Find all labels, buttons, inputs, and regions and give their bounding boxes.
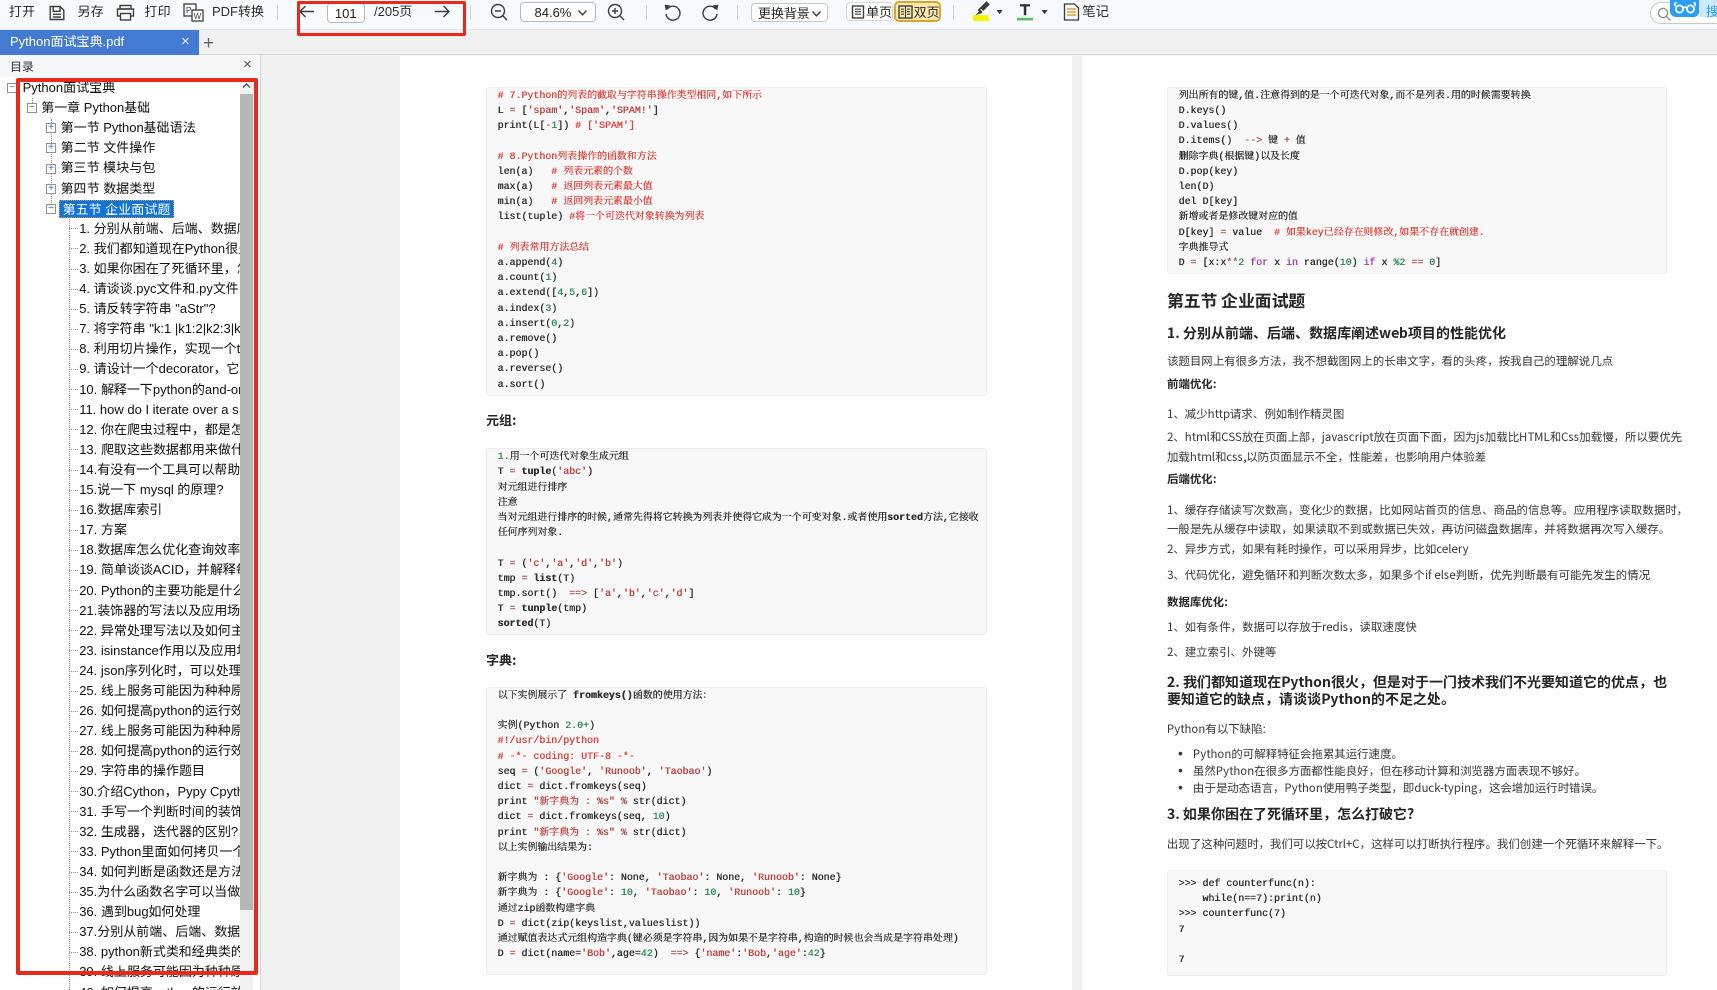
svg-text:P: P: [186, 5, 192, 15]
svg-text:W: W: [194, 12, 202, 21]
